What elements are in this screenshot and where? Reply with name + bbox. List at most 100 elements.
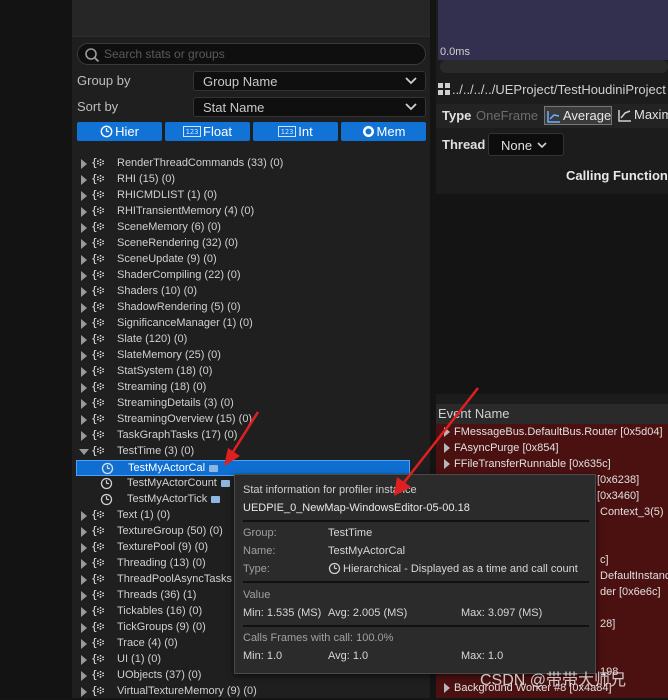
- thread-dropdown[interactable]: None: [488, 133, 564, 156]
- tree-group-label: RenderThreadCommands (33) (0): [117, 157, 284, 169]
- tree-group-row[interactable]: {፨ ShaderCompiling (22) (0): [76, 268, 410, 284]
- group-icon: {፨: [91, 604, 104, 617]
- tooltip-group-value: TestTime: [328, 527, 373, 539]
- tooltip-max-calls: Max: 1.0: [461, 650, 504, 662]
- chevron-down-icon[interactable]: [79, 449, 89, 455]
- tree-group-row[interactable]: {፨ StreamingDetails (3) (0): [76, 396, 410, 412]
- chevron-right-icon[interactable]: [81, 367, 87, 377]
- tree-group-row[interactable]: {፨ RHITransientMemory (4) (0): [76, 204, 410, 220]
- chevron-right-icon[interactable]: [81, 303, 87, 313]
- chevron-right-icon[interactable]: [81, 655, 87, 665]
- search-icon: [85, 48, 100, 63]
- tree-stat-label: TestMyActorCount: [127, 477, 230, 489]
- tree-group-row[interactable]: {፨ SceneMemory (6) (0): [76, 220, 410, 236]
- chevron-right-icon[interactable]: [81, 607, 87, 617]
- tree-group-row[interactable]: {፨ StreamingOverview (15) (0): [76, 412, 410, 428]
- tree-group-row[interactable]: {፨ SlateMemory (25) (0): [76, 348, 410, 364]
- chevron-right-icon[interactable]: [81, 239, 87, 249]
- group-by-combo[interactable]: Group Name: [193, 71, 426, 91]
- int-filter-button[interactable]: 123 Int: [253, 122, 338, 141]
- group-icon: {፨: [91, 300, 104, 313]
- expand-arrow-icon: [444, 443, 450, 454]
- chevron-right-icon[interactable]: [81, 319, 87, 329]
- tooltip-avg-value: Avg: 2.005 (MS): [328, 607, 408, 619]
- chevron-right-icon[interactable]: [81, 191, 87, 201]
- expand-arrow-icon: [444, 459, 450, 470]
- chevron-right-icon[interactable]: [81, 575, 87, 585]
- tag-icon: [209, 464, 219, 472]
- hier-filter-button[interactable]: Hier: [77, 122, 162, 141]
- chevron-right-icon[interactable]: [81, 591, 87, 601]
- sort-by-combo[interactable]: Stat Name: [193, 97, 426, 117]
- float-filter-button[interactable]: 123 Float: [165, 122, 250, 141]
- chevron-right-icon[interactable]: [81, 383, 87, 393]
- tree-group-testtime[interactable]: {፨ TestTime (3) (0): [76, 444, 410, 460]
- chevron-right-icon[interactable]: [81, 223, 87, 233]
- chevron-right-icon[interactable]: [81, 543, 87, 553]
- chevron-right-icon[interactable]: [81, 623, 87, 633]
- event-name-header[interactable]: Event Name: [436, 404, 668, 424]
- group-icon: {፨: [91, 588, 104, 601]
- group-icon: {፨: [91, 364, 104, 377]
- tree-group-label: SceneMemory (6) (0): [117, 221, 221, 233]
- chevron-right-icon[interactable]: [81, 271, 87, 281]
- chevron-down-icon: [405, 103, 417, 111]
- chevron-right-icon[interactable]: [81, 415, 87, 425]
- tree-group-row[interactable]: {፨ SignificanceManager (1) (0): [76, 316, 410, 332]
- tree-group-row[interactable]: {፨ RHI (15) (0): [76, 172, 410, 188]
- chevron-right-icon[interactable]: [81, 255, 87, 265]
- group-icon: {፨: [91, 412, 104, 425]
- tree-group-label: RHITransientMemory (4) (0): [117, 205, 255, 217]
- chevron-right-icon[interactable]: [81, 511, 87, 521]
- chevron-right-icon[interactable]: [81, 207, 87, 217]
- timeline-graph[interactable]: [438, 0, 668, 60]
- tooltip-separator: [243, 625, 589, 627]
- type-toolbar: Type OneFrame Average Maxim: [436, 104, 668, 128]
- tree-group-row[interactable]: {፨ ShadowRendering (5) (0): [76, 300, 410, 316]
- event-fragment: 28]: [600, 618, 616, 630]
- event-row[interactable]: FAsyncPurge [0x854]: [444, 442, 559, 454]
- chevron-right-icon[interactable]: [81, 527, 87, 537]
- chevron-right-icon[interactable]: [81, 351, 87, 361]
- search-box[interactable]: [77, 43, 426, 65]
- type-average-option[interactable]: Average: [544, 106, 612, 125]
- chart-icon: [547, 111, 560, 123]
- tree-group-row[interactable]: {፨ SceneRendering (32) (0): [76, 236, 410, 252]
- tree-group-row[interactable]: {፨ RenderThreadCommands (33) (0): [76, 156, 410, 172]
- tooltip-max-value: Max: 3.097 (MS): [461, 607, 543, 619]
- chevron-right-icon[interactable]: [81, 175, 87, 185]
- tree-group-row[interactable]: {፨ RHICMDLIST (1) (0): [76, 188, 410, 204]
- tooltip-calls-header: Calls Frames with call: 100.0%: [243, 632, 394, 644]
- search-input[interactable]: [104, 46, 414, 62]
- tree-group-row[interactable]: {፨ Shaders (10) (0): [76, 284, 410, 300]
- graph-axis-value: 0.0ms: [440, 46, 470, 58]
- chevron-right-icon[interactable]: [81, 287, 87, 297]
- calling-functions-table[interactable]: [436, 194, 668, 394]
- chevron-right-icon[interactable]: [81, 639, 87, 649]
- group-icon: {፨: [91, 172, 104, 185]
- event-row[interactable]: FFileTransferRunnable [0x635c]: [444, 458, 611, 470]
- tree-group-row[interactable]: {፨ SceneUpdate (9) (0): [76, 252, 410, 268]
- type-max-option[interactable]: Maxim: [616, 106, 668, 125]
- chevron-right-icon[interactable]: [81, 671, 87, 681]
- event-fragment: c]: [600, 554, 609, 566]
- thread-label: Thread: [442, 137, 486, 152]
- chevron-right-icon[interactable]: [81, 159, 87, 169]
- clock-icon: [100, 493, 113, 506]
- expand-arrow-icon: [444, 683, 450, 694]
- mem-filter-button[interactable]: Mem: [341, 122, 426, 141]
- tree-group-row[interactable]: {፨ Streaming (18) (0): [76, 380, 410, 396]
- chevron-right-icon[interactable]: [81, 559, 87, 569]
- chevron-right-icon[interactable]: [81, 687, 87, 697]
- type-oneframe-option[interactable]: OneFrame: [476, 106, 542, 125]
- tree-group-row[interactable]: {፨ StatSystem (18) (0): [76, 364, 410, 380]
- horizontal-scrollbar[interactable]: [440, 60, 668, 73]
- event-row[interactable]: FMessageBus.DefaultBus.Router [0x5d04]: [444, 426, 663, 438]
- chevron-right-icon[interactable]: [81, 335, 87, 345]
- tree-group-row[interactable]: {፨ TaskGraphTasks (17) (0): [76, 428, 410, 444]
- type-max-label: Maxim: [634, 107, 668, 122]
- tree-group-row[interactable]: {፨ Slate (120) (0): [76, 332, 410, 348]
- chevron-right-icon[interactable]: [81, 431, 87, 441]
- event-fragment: [0x3460]: [597, 490, 640, 502]
- chevron-right-icon[interactable]: [81, 399, 87, 409]
